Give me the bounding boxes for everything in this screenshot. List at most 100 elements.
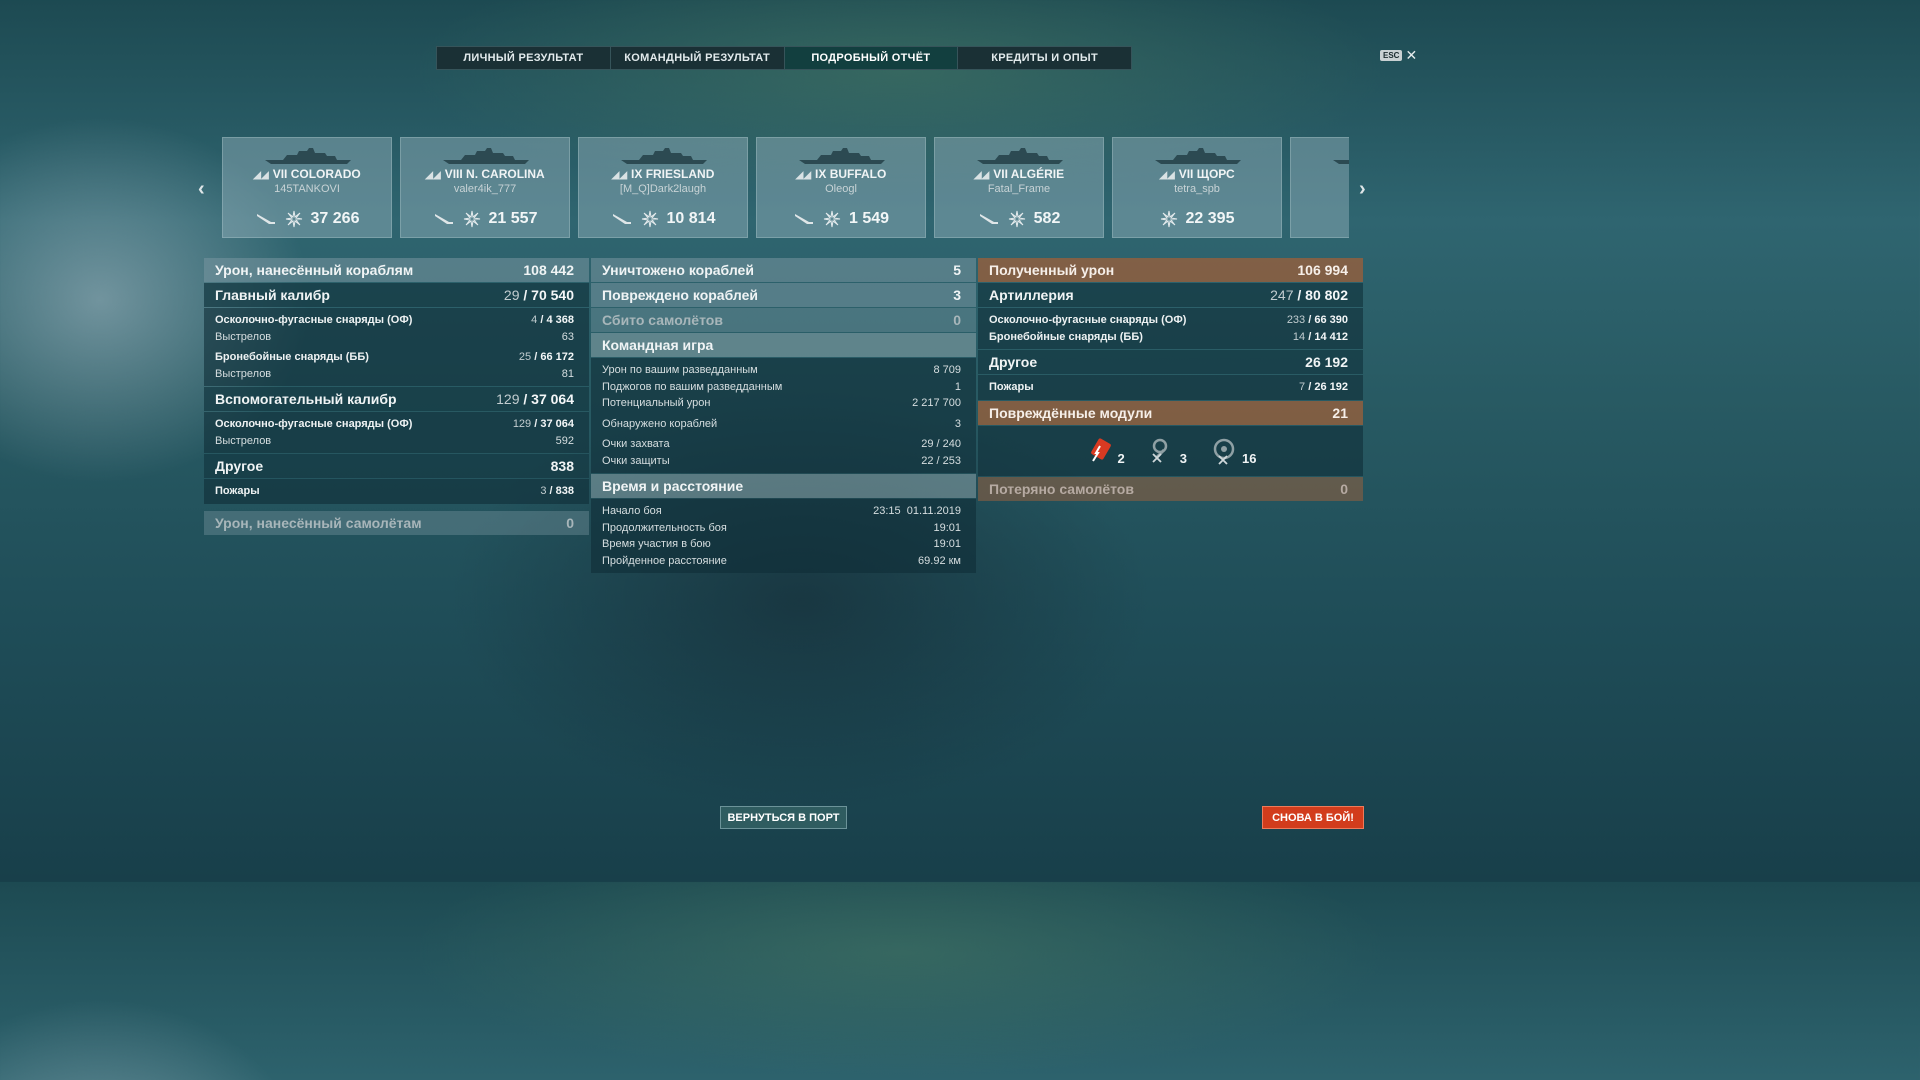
ship-name: ◢◢ VII ЩОРС (1159, 167, 1235, 181)
damage-icon (1008, 210, 1025, 228)
tab-detailed-report[interactable]: ПОДРОБНЫЙ ОТЧЁТ (784, 47, 959, 69)
secondary-battery-row: Вспомогательный калибр 129 / 37 064 (204, 387, 589, 411)
battle-start-row: Начало боя 23:15 01.11.2019 (602, 505, 961, 518)
ship-silhouette-icon (265, 148, 351, 164)
tier-flag-icon: ◢◢ (1159, 170, 1175, 181)
received-other-details: Пожары 7 / 26 192 (978, 375, 1363, 400)
destroyed-ships-row: Уничтожено кораблей 5 (591, 258, 976, 282)
received-ap-row: Бронебойные снаряды (ББ) 14 / 14 412 (989, 330, 1348, 343)
close-icon: ✕ (1405, 47, 1418, 63)
player-name: Dark (1291, 183, 1349, 195)
gun-turret-module-icon (1213, 438, 1235, 465)
player-name: Oleogl (825, 183, 857, 195)
player-name: tetra_spb (1174, 183, 1220, 195)
module-engine: 2 (1085, 436, 1125, 466)
ship-card[interactable]: ◢◢ IX BUFFALO Oleogl 1 549 (756, 137, 926, 238)
steering-module-icon (1152, 438, 1168, 463)
ship-stats: 582 (935, 210, 1103, 228)
distance-row: Пройденное расстояние 69.92 км (602, 554, 961, 567)
team-play-header: Командная игра (591, 333, 976, 357)
damage-icon (641, 210, 658, 228)
tier-flag-icon: ◢◢ (425, 170, 441, 181)
ship-name: ◢◢ VII COLORADO (253, 167, 361, 181)
player-name: valer4ik_777 (453, 183, 517, 195)
plane-damage-row: Урон, нанесённый самолётам 0 (204, 510, 589, 535)
defense-points-row: Очки защиты 22 / 253 (602, 454, 961, 467)
damage-icon (823, 210, 841, 228)
result-tabs: ЛИЧНЫЙ РЕЗУЛЬТАТ КОМАНДНЫЙ РЕЗУЛЬТАТ ПОД… (436, 46, 1132, 70)
planes-lost-row: Потеряно самолётов 0 (978, 476, 1363, 501)
engine-module-icon (1090, 437, 1111, 462)
damaged-ships-row: Повреждено кораблей 3 (591, 283, 976, 307)
damaged-modules-header: Повреждённые модули 21 (978, 400, 1363, 425)
main-battery-row: Главный калибр 29 / 70 540 (204, 283, 589, 307)
player-name: 145TANKOVI (274, 183, 340, 195)
torpedo-icon (434, 214, 453, 224)
ship-name: ◢◢ VII ALGÉRIE (973, 167, 1065, 181)
fires-row: Пожары 3 / 838 (215, 485, 574, 498)
capture-points-row: Очки захвата 29 / 240 (602, 438, 961, 451)
other-details: Пожары 3 / 838 (204, 479, 589, 504)
ship-card[interactable]: ◢◢ VII COLORADO 145TANKOVI 37 266 (222, 137, 392, 238)
tier-flag-icon: ◢◢ (253, 170, 269, 181)
ship-carousel: ◢◢ VII COLORADO 145TANKOVI 37 266 ◢◢ VIII N. … (222, 137, 1349, 239)
ship-silhouette-icon (799, 148, 885, 164)
participation-time-row: Время участия в бою 19:01 (602, 538, 961, 551)
ship-card[interactable]: ◢◢ VII ЩОРС tetra_spb 22 395 (1112, 137, 1282, 238)
damage-value: 582 (1033, 210, 1061, 227)
ship-card[interactable]: ◢◢ VIII N. CAROLINA valer4ik_777 21 557 (400, 137, 570, 238)
tab-credits-xp[interactable]: КРЕДИТЫ И ОПЫТ (958, 47, 1131, 69)
esc-key-hint: ESC (1380, 49, 1403, 61)
tier-flag-icon: ◢◢ (795, 170, 812, 181)
tier-flag-icon: ◢◢ (611, 170, 628, 181)
tab-team-result[interactable]: КОМАНДНЫЙ РЕЗУЛЬТАТ (611, 47, 785, 69)
ship-silhouette-icon (621, 148, 707, 164)
secondary-shots-row: Выстрелов 592 (215, 434, 574, 447)
ship-damage-header: Урон, нанесённый кораблям 108 442 (204, 258, 589, 282)
carousel-prev-button[interactable]: ‹ (198, 178, 205, 201)
ship-stats: 1 549 (757, 210, 925, 228)
received-other-row: Другое 26 192 (978, 350, 1363, 374)
damage-received-header: Полученный урон 106 994 (978, 258, 1363, 282)
ship-name: ◢◢ IX BUFFALO (795, 167, 887, 181)
damage-icon (463, 210, 480, 228)
damage-value: 22 395 (1185, 210, 1235, 227)
close-button[interactable]: ESC ✕ (1380, 47, 1418, 63)
torpedo-icon (794, 214, 813, 224)
damage-icon (285, 210, 302, 228)
received-he-row: Осколочно-фугасные снаряды (ОФ) 233 / 66 … (989, 314, 1348, 327)
damage-value: 10 814 (666, 210, 716, 227)
ships-spotted-row: Обнаружено кораблей 3 (602, 417, 961, 430)
player-name: Fatal_Frame (987, 183, 1051, 195)
ship-silhouette-icon (443, 148, 529, 164)
ship-stats: 21 557 (401, 210, 569, 228)
ap-shots-row: Выстрелов 81 (215, 367, 574, 380)
ship-card[interactable]: ◢◢VII Dark (1290, 137, 1349, 238)
spotting-damage-row: Урон по вашим разведданным 8 709 (602, 364, 961, 377)
player-name: [M_Q]Dark2laugh (619, 183, 707, 195)
ship-card[interactable]: ◢◢ VII ALGÉRIE Fatal_Frame 582 (934, 137, 1104, 238)
ship-card[interactable]: ◢◢ IX FRIESLAND [M_Q]Dark2laugh 10 814 (578, 137, 748, 238)
ship-silhouette-icon (1333, 160, 1349, 164)
return-to-port-button[interactable]: ВЕРНУТЬСЯ В ПОРТ (720, 806, 847, 829)
team-play-details: Урон по вашим разведданным 8 709 Поджогов… (591, 358, 976, 473)
tab-personal-result[interactable]: ЛИЧНЫЙ РЕЗУЛЬТАТ (437, 47, 611, 69)
damage-received-panel: Полученный урон 106 994 Артиллерия 247 / 8… (978, 258, 1363, 502)
ship-stats: 22 395 (1113, 210, 1281, 228)
spotting-fires-row: Поджогов по вашим разведданным 1 (602, 380, 961, 393)
damage-value: 37 266 (310, 210, 360, 227)
module-steering: 3 (1147, 436, 1187, 466)
torpedo-icon (612, 214, 631, 224)
ship-stats: 10 814 (579, 210, 747, 228)
ship-name: ◢◢ IX FRIESLAND (611, 167, 715, 181)
ship-silhouette-icon (1155, 148, 1241, 164)
ship-name: ◢◢ VIII N. CAROLINA (425, 167, 545, 181)
secondary-he-row: Осколочно-фугасные снаряды (ОФ) 129 / 37 … (215, 418, 574, 431)
time-distance-details: Начало боя 23:15 01.11.2019 Продолжительн… (591, 499, 976, 573)
planes-shot-down-row: Сбито самолётов 0 (591, 308, 976, 332)
other-damage-row: Другое 838 (204, 454, 589, 478)
carousel-next-button[interactable]: › (1359, 178, 1366, 201)
artillery-details: Осколочно-фугасные снаряды (ОФ) 233 / 66 … (978, 308, 1363, 349)
battle-again-button[interactable]: СНОВА В БОЙ! (1262, 806, 1364, 829)
secondary-details: Осколочно-фугасные снаряды (ОФ) 129 / 37 … (204, 412, 589, 453)
